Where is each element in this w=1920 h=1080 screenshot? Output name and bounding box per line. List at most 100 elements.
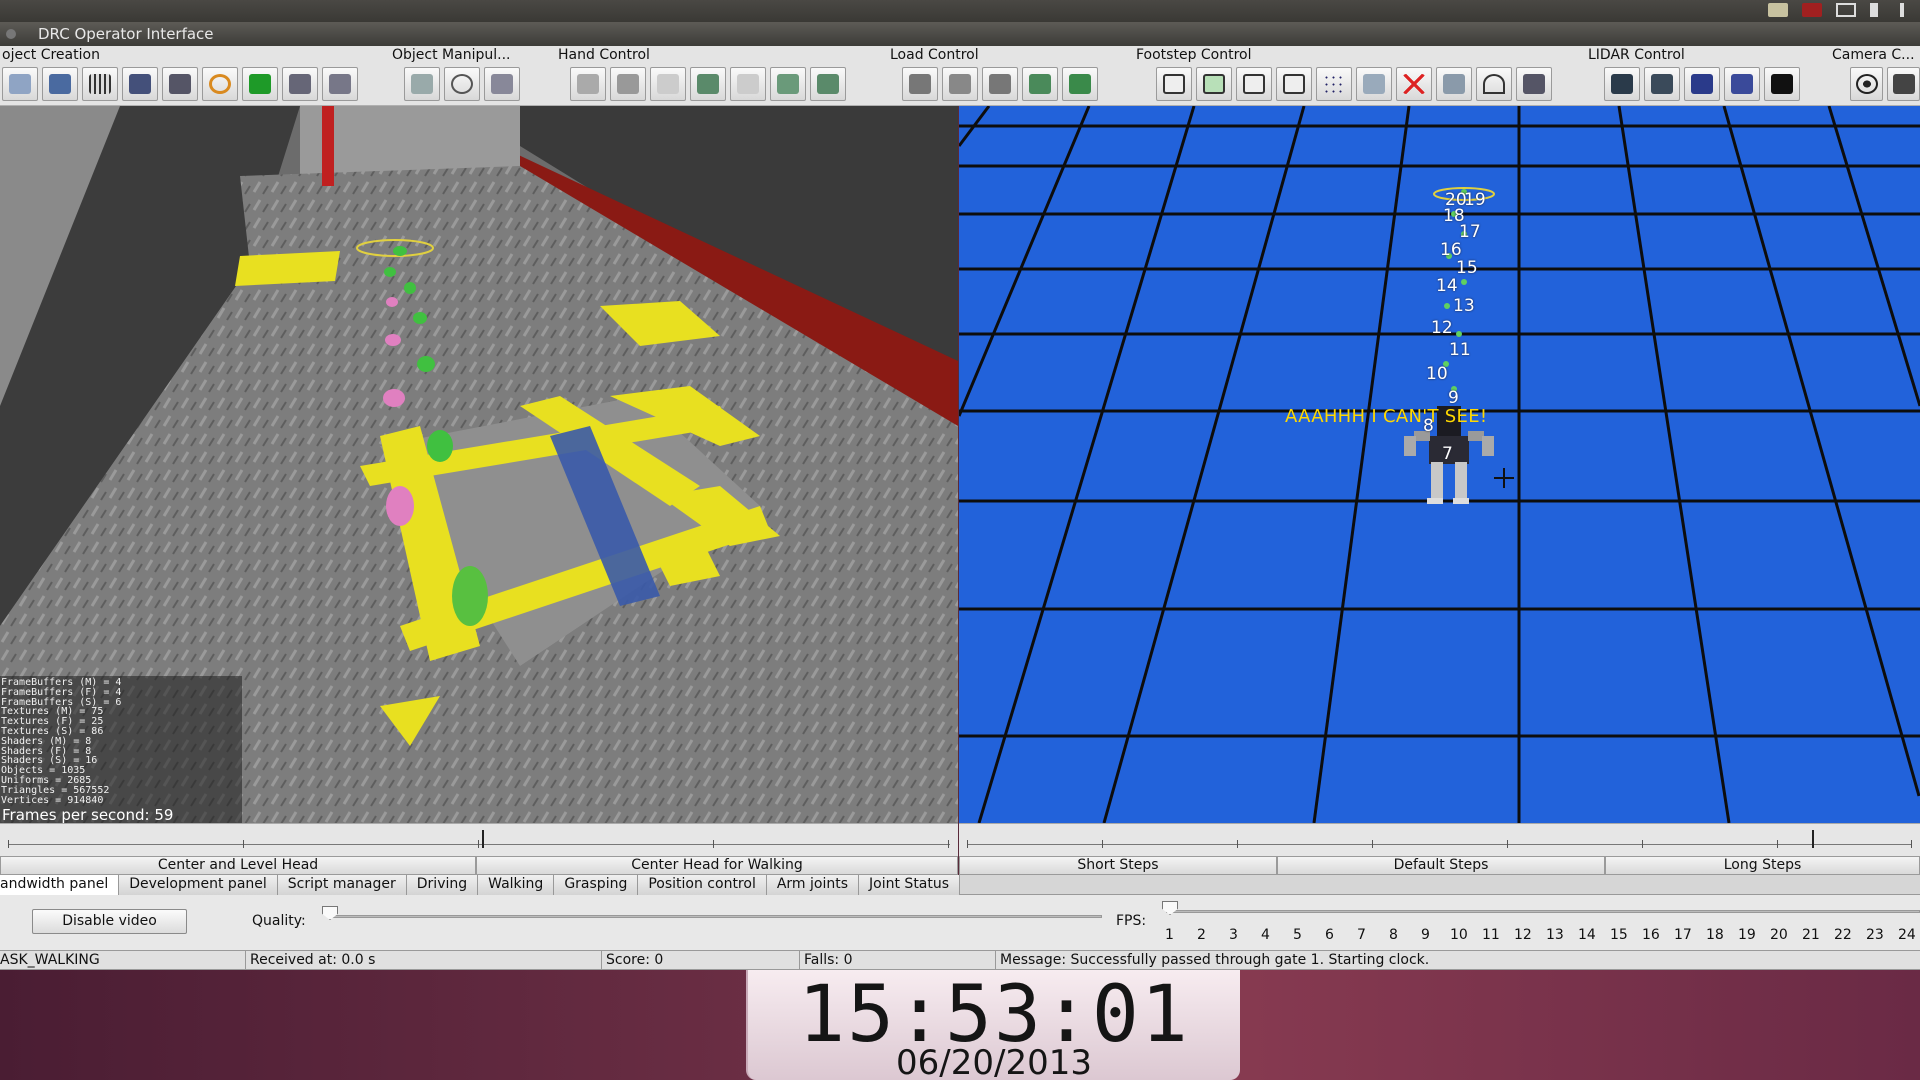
step-button-row: Short Steps Default Steps Long Steps (959, 856, 1920, 875)
clock-widget: 15:53:01 06/20/2013 (746, 970, 1240, 1080)
hand-blank-2-button[interactable] (730, 67, 766, 101)
move-icon (411, 74, 433, 94)
fps-tick: 17 (1674, 927, 1692, 943)
load-5-button[interactable] (1062, 67, 1098, 101)
load-icon (989, 74, 1011, 94)
foot-icon (1163, 74, 1185, 94)
bluetooth-icon[interactable] (1870, 3, 1878, 17)
footstep-delete-button[interactable] (1396, 67, 1432, 101)
footstep-3-button[interactable] (1236, 67, 1272, 101)
walk-icon (1363, 74, 1385, 94)
record-icon[interactable] (1802, 3, 1822, 17)
hand-close-button[interactable] (610, 67, 646, 101)
tab-bandwidth-panel[interactable]: andwidth panel (0, 875, 120, 895)
window-close-icon[interactable] (6, 29, 16, 39)
fps-tick: 11 (1482, 927, 1500, 943)
network-icon[interactable] (1892, 3, 1912, 17)
grid-tool-button[interactable] (82, 67, 118, 101)
delete-icon (1403, 74, 1425, 94)
tab-position-control[interactable]: Position control (638, 875, 767, 895)
tab-development-panel[interactable]: Development panel (119, 875, 278, 895)
load-2-button[interactable] (942, 67, 978, 101)
footstep-number[interactable]: 10 (1426, 364, 1448, 384)
center-head-for-walking-button[interactable]: Center Head for Walking (476, 856, 958, 875)
box-tool-button[interactable] (42, 67, 78, 101)
camera-viewport[interactable]: FrameBuffers (M) = 4 FrameBuffers (F) = … (0, 106, 958, 823)
load-4-button[interactable] (1022, 67, 1058, 101)
lidar-clear-button[interactable] (1644, 67, 1680, 101)
rotate-button[interactable] (444, 67, 480, 101)
footstep-loop-button[interactable] (1476, 67, 1512, 101)
footstep-1-button[interactable] (1156, 67, 1192, 101)
block-tool-button[interactable] (242, 67, 278, 101)
tab-walking[interactable]: Walking (478, 875, 555, 895)
footstep-snap-button[interactable] (1436, 67, 1472, 101)
lidar-black-button[interactable] (1764, 67, 1800, 101)
long-steps-button[interactable]: Long Steps (1605, 856, 1920, 875)
tool-drill-button[interactable] (282, 67, 318, 101)
move-button[interactable] (404, 67, 440, 101)
default-steps-button[interactable]: Default Steps (1277, 856, 1605, 875)
hand-place-2-button[interactable] (810, 67, 846, 101)
ring-tool-button[interactable] (202, 67, 238, 101)
hand-home-button[interactable] (690, 67, 726, 101)
slider-knob[interactable] (1812, 830, 1814, 848)
ring-icon (209, 74, 231, 94)
3d-world-viewport[interactable]: AAAHHH I CAN'T SEE! 20 19 18 17 16 15 14… (959, 106, 1920, 823)
lidar-enable-button[interactable] (1604, 67, 1640, 101)
tab-joint-status[interactable]: Joint Status (859, 875, 961, 895)
select-tool-button[interactable] (2, 67, 38, 101)
tab-arm-joints[interactable]: Arm joints (766, 875, 860, 895)
camera-eye-button[interactable] (1850, 67, 1883, 101)
footstep-number[interactable]: 15 (1456, 258, 1478, 278)
camera-2-button[interactable] (1887, 67, 1920, 101)
tab-script-manager[interactable]: Script manager (277, 875, 407, 895)
foot-icon (1203, 74, 1225, 94)
footstep-4-button[interactable] (1276, 67, 1312, 101)
fps-tick: 9 (1421, 927, 1430, 943)
footstep-number[interactable]: 8 (1423, 416, 1434, 436)
toolbar-group-camera-control: Camera C... (1830, 46, 1920, 106)
grid-icon (89, 74, 111, 94)
step-length-slider[interactable] (959, 823, 1920, 860)
tab-grasping[interactable]: Grasping (554, 875, 639, 895)
footstep-6-button[interactable] (1356, 67, 1392, 101)
footstep-number[interactable]: 17 (1459, 222, 1481, 242)
fps-slider[interactable] (1166, 910, 1920, 913)
footstep-2-button[interactable] (1196, 67, 1232, 101)
update-tool-button[interactable] (162, 67, 198, 101)
vehicle-tool-button[interactable] (122, 67, 158, 101)
footstep-number[interactable]: 9 (1448, 388, 1459, 408)
center-and-level-head-button[interactable]: Center and Level Head (0, 856, 476, 875)
send-icon (1523, 74, 1545, 94)
quality-slider[interactable] (330, 915, 1102, 918)
footstep-number[interactable]: 12 (1431, 318, 1453, 338)
footstep-number[interactable]: 11 (1449, 340, 1471, 360)
lidar-disable-button[interactable] (1684, 67, 1720, 101)
slider-knob[interactable] (482, 830, 484, 848)
footstep-number[interactable]: 13 (1453, 296, 1475, 316)
load-1-button[interactable] (902, 67, 938, 101)
hand-place-button[interactable] (570, 67, 606, 101)
mail-icon[interactable] (1836, 3, 1856, 17)
hand-close-2-button[interactable] (770, 67, 806, 101)
footstep-number[interactable]: 7 (1442, 444, 1453, 464)
disable-video-button[interactable]: Disable video (32, 909, 187, 934)
footstep-number[interactable]: 19 (1464, 190, 1486, 210)
head-button-row: Center and Level Head Center Head for Wa… (0, 856, 958, 875)
footstep-number[interactable]: 14 (1436, 276, 1458, 296)
lidar-color-button[interactable] (1724, 67, 1760, 101)
valve-tool-button[interactable] (322, 67, 358, 101)
keyboard-icon[interactable] (1768, 3, 1788, 17)
fps-tick: 2 (1197, 927, 1206, 943)
align-button[interactable] (484, 67, 520, 101)
short-steps-button[interactable]: Short Steps (959, 856, 1277, 875)
footstep-number[interactable]: 16 (1440, 240, 1462, 260)
footstep-scatter-button[interactable] (1316, 67, 1352, 101)
load-3-button[interactable] (982, 67, 1018, 101)
stat-line: Vertices = 914840 (1, 794, 104, 806)
head-pitch-slider[interactable] (0, 823, 958, 860)
footstep-send-button[interactable] (1516, 67, 1552, 101)
hand-blank-button[interactable] (650, 67, 686, 101)
tab-driving[interactable]: Driving (406, 875, 479, 895)
